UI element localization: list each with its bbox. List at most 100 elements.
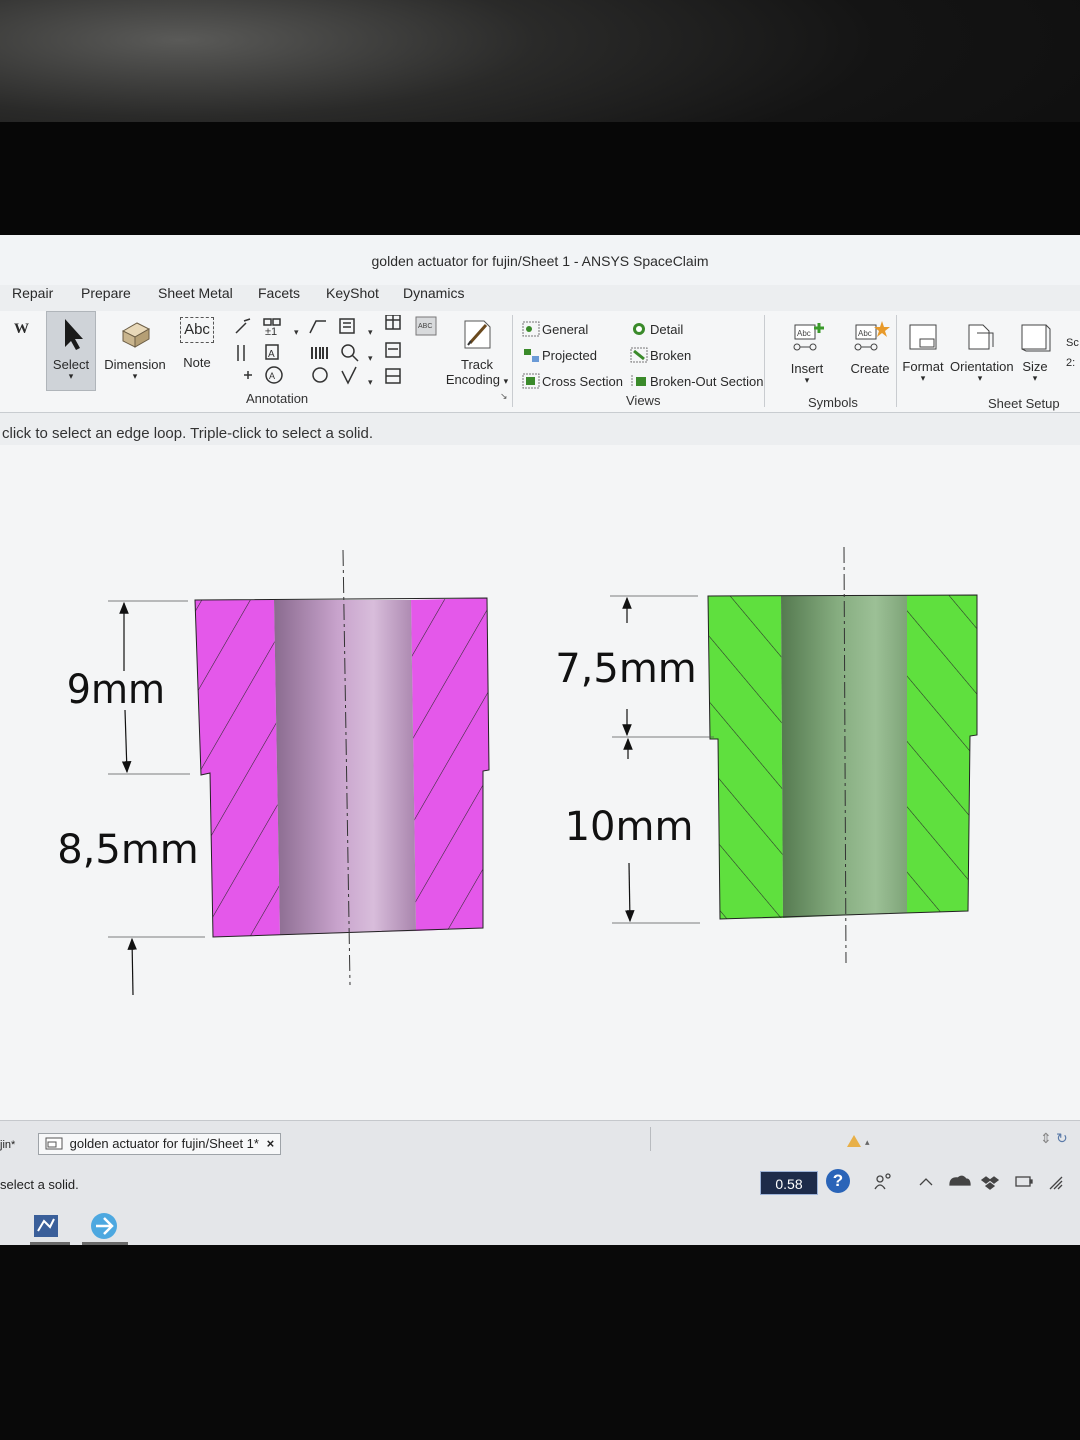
scale-value-cut[interactable]: 2: [1066, 357, 1075, 369]
document-tab-label: golden actuator for fujin/Sheet 1* [69, 1136, 259, 1151]
view-cross-section-label: Cross Section [542, 374, 623, 389]
dimension-label: Dimension [104, 357, 166, 372]
broken-view-icon [630, 347, 648, 363]
ribbon-separator [896, 315, 897, 407]
note-label: Note [183, 355, 211, 370]
left-dimensions: 9mm 8,5mm [57, 600, 205, 996]
view-general-label: General [542, 322, 589, 337]
detail-view-icon [633, 323, 645, 335]
track-encoding-icon [464, 320, 491, 349]
view-general-button[interactable]: General [522, 321, 588, 337]
left-part-section[interactable] [194, 549, 490, 986]
document-tab[interactable]: golden actuator for fujin/Sheet 1* × [38, 1133, 282, 1155]
annotation-group-label: Annotation [246, 391, 309, 406]
people-icon [876, 1175, 884, 1183]
dimension-button[interactable]: Dimension ▾ [102, 317, 168, 381]
cursor-arrow-icon [65, 319, 83, 350]
menu-repair[interactable]: Repair [12, 285, 53, 301]
svg-text:▴: ▴ [865, 1137, 870, 1147]
window-title: golden actuator for fujin/Sheet 1 - ANSY… [0, 235, 1080, 285]
dimension-icon [121, 322, 151, 348]
insert-label: Insert [790, 361, 824, 376]
svg-text:A: A [269, 371, 275, 381]
size-dropdown-icon: ▾ [1032, 373, 1038, 383]
insert-dropdown-icon: ▾ [804, 375, 810, 385]
spaceclaim-taskbar-icon [34, 1215, 58, 1237]
help-icon[interactable]: ? [826, 1169, 850, 1193]
insert-symbol-icon: Abc [793, 323, 824, 351]
scroll-arrows-icon[interactable]: ⇕ ↻ [1040, 1125, 1076, 1147]
left-top-dimension: 9mm [67, 667, 165, 713]
sheet-size-icon [1021, 324, 1051, 352]
annotation-tools-icon: ±1 A A ▾ ▾ ▾ ▾ [235, 315, 401, 387]
orientation-dropdown-icon: ▾ [977, 373, 983, 383]
projected-view-icon [524, 349, 539, 362]
insert-symbol-button[interactable]: Abc Insert ▾ [784, 319, 830, 385]
create-label: Create [850, 361, 890, 376]
taskbar-apps [30, 1213, 128, 1245]
left-bottom-dimension: 8,5mm [57, 827, 199, 873]
view-broken-button[interactable]: Broken [630, 347, 691, 363]
close-tab-icon[interactable]: × [267, 1136, 275, 1151]
zoom-level[interactable]: 0.58 [760, 1171, 818, 1195]
svg-text:Abc: Abc [797, 329, 811, 338]
svg-text:▾: ▾ [294, 327, 299, 337]
battery-icon [1015, 1176, 1031, 1187]
right-part-section[interactable] [707, 546, 978, 964]
dropbox-icon [980, 1176, 1000, 1190]
svg-text:▾: ▾ [368, 353, 373, 363]
right-bottom-dimension: 10mm [565, 804, 694, 850]
track-encoding-button[interactable]: Track Encoding ▾ [444, 317, 510, 387]
system-tray [874, 1173, 1063, 1190]
dialog-launcher-icon[interactable]: ↘ [500, 391, 508, 402]
os-taskbar [0, 1213, 1080, 1440]
svg-text:ABC: ABC [418, 323, 432, 330]
encoding-dropdown-icon: ▾ [503, 376, 509, 386]
cross-section-icon [522, 373, 540, 389]
orientation-icon [968, 324, 994, 350]
orientation-button[interactable]: Orientation ▾ [950, 321, 1014, 383]
menu-keyshot[interactable]: KeyShot [326, 285, 379, 301]
format-button[interactable]: Format ▾ [902, 321, 944, 383]
menu-sheet-metal[interactable]: Sheet Metal [158, 285, 233, 301]
spaceclaim-window: golden actuator for fujin/Sheet 1 - ANSY… [0, 235, 1080, 1245]
svg-text:↻: ↻ [1056, 1130, 1068, 1146]
select-button[interactable]: Select ▾ [50, 317, 92, 381]
view-cross-section-button[interactable]: Cross Section [522, 373, 623, 389]
scale-label-cut: Sc [1066, 337, 1079, 349]
warning-icon[interactable]: ▴ [846, 1133, 878, 1149]
dimension-dropdown-icon: ▾ [132, 371, 138, 381]
view-broken-out-button[interactable]: Broken-Out Section [630, 373, 763, 389]
view-detail-button[interactable]: Detail [630, 321, 683, 337]
drawing-sheet[interactable]: 9mm 8,5mm 7,5mm 10mm [0, 445, 1080, 1125]
menu-dynamics[interactable]: Dynamics [403, 285, 464, 301]
cloud-icon [949, 1175, 971, 1186]
drawing-canvas[interactable]: 9mm 8,5mm 7,5mm 10mm [0, 445, 1080, 1125]
size-button[interactable]: Size ▾ [1018, 321, 1052, 383]
status-message: select a solid. [0, 1177, 79, 1192]
panel-divider [650, 1127, 651, 1151]
menu-prepare[interactable]: Prepare [81, 285, 131, 301]
orientation-label: Orientation [950, 359, 1014, 374]
right-top-dimension: 7,5mm [555, 646, 697, 692]
wifi-icon [1049, 1176, 1063, 1190]
menu-facets[interactable]: Facets [258, 285, 300, 301]
svg-text:±1: ±1 [265, 326, 277, 338]
svg-text:▾: ▾ [368, 327, 373, 337]
note-button[interactable]: Abc Note [176, 317, 218, 370]
view-projected-label: Projected [542, 348, 597, 363]
size-label: Size [1022, 359, 1048, 374]
select-label: Select [52, 357, 90, 372]
show-hidden-icon [919, 1178, 933, 1186]
view-broken-out-label: Broken-Out Section [650, 374, 764, 389]
broken-out-section-icon [631, 375, 646, 387]
view-detail-label: Detail [650, 322, 684, 337]
sheet-setup-group-label: Sheet Setup [988, 396, 1060, 411]
ribbon-w-cut[interactable]: W [14, 321, 29, 338]
svg-text:Abc: Abc [858, 329, 872, 338]
views-group-label: Views [626, 393, 661, 408]
view-projected-button[interactable]: Projected [522, 347, 597, 363]
track-label: Track [460, 357, 494, 372]
create-symbol-button[interactable]: Abc Create [848, 319, 892, 376]
previous-tab-cut[interactable]: jin* [0, 1139, 15, 1151]
